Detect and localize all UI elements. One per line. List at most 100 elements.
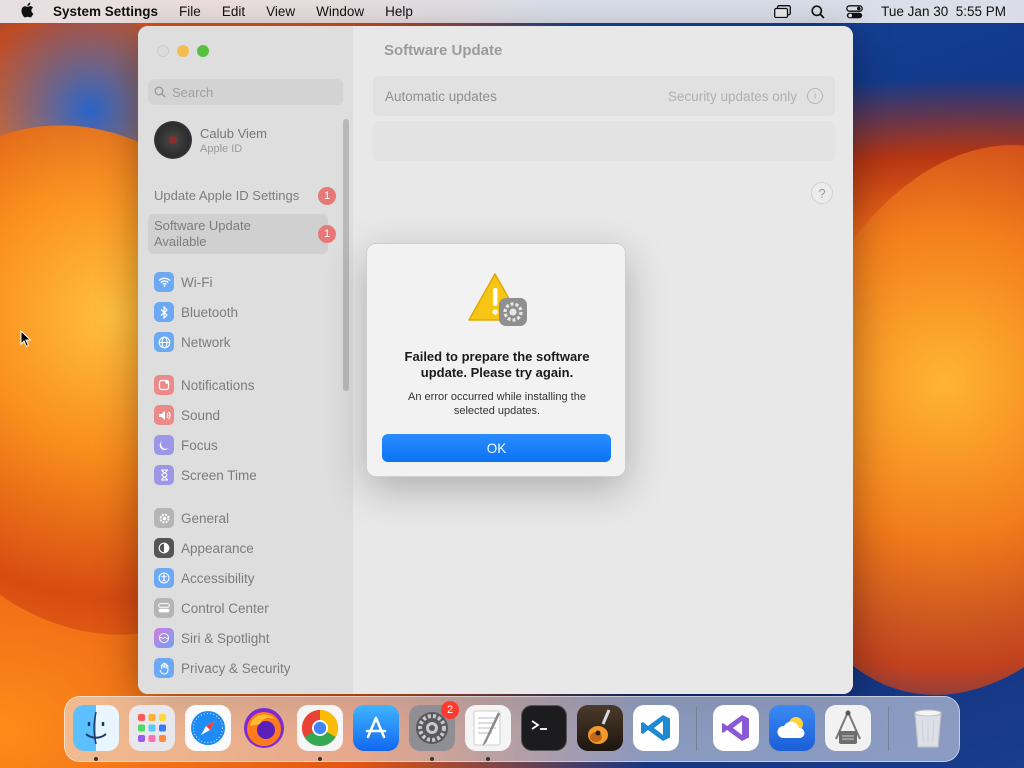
sidebar-item-label: Sound xyxy=(181,407,221,423)
garageband-icon[interactable] xyxy=(577,705,623,751)
app-store-icon[interactable] xyxy=(353,705,399,751)
siri-icon xyxy=(154,628,174,648)
update-status-row xyxy=(373,121,835,161)
globe-icon xyxy=(154,332,174,352)
error-dialog: Failed to prepare the software update. P… xyxy=(366,243,626,477)
wifi-icon xyxy=(154,272,174,292)
menu-bar: System Settings File Edit View Window He… xyxy=(0,0,1024,23)
moon-icon xyxy=(154,435,174,455)
sidebar-item-label: Network xyxy=(181,334,231,350)
menu-view[interactable]: View xyxy=(266,4,295,19)
sidebar-item-bluetooth[interactable]: Bluetooth xyxy=(154,300,238,324)
warning-icon xyxy=(467,270,529,328)
page-title: Software Update xyxy=(384,42,503,59)
ok-button[interactable]: OK xyxy=(382,434,611,462)
sidebar-item-appearance[interactable]: Appearance xyxy=(154,536,254,560)
launchpad-icon[interactable] xyxy=(129,705,175,751)
sidebar-item-sound[interactable]: Sound xyxy=(154,403,220,427)
dock: 2 xyxy=(64,696,960,762)
window-controls xyxy=(157,45,209,57)
sidebar-item-label: Bluetooth xyxy=(181,304,239,320)
sidebar-item-label: Appearance xyxy=(181,540,254,556)
sidebar-item-label: Wi-Fi xyxy=(181,274,213,290)
dialog-message: An error occurred while installing the s… xyxy=(408,391,586,417)
menu-app-name[interactable]: System Settings xyxy=(53,4,158,19)
chrome-icon[interactable] xyxy=(297,705,343,751)
sidebar-scrollbar[interactable] xyxy=(343,119,349,391)
sidebar-item-label: Notifications xyxy=(181,377,255,393)
apple-menu-icon[interactable] xyxy=(17,2,37,22)
sidebar: Search Calub Viem Apple ID Update Apple … xyxy=(138,26,353,694)
automatic-updates-label: Automatic updates xyxy=(385,88,497,104)
dock-separator xyxy=(696,707,697,751)
safari-icon[interactable] xyxy=(185,705,231,751)
notification-badge: 1 xyxy=(318,187,336,205)
visual-studio-icon[interactable] xyxy=(713,705,759,751)
automatic-updates-row: Automatic updates Security updates only … xyxy=(373,76,835,116)
terminal-icon[interactable] xyxy=(521,705,567,751)
sidebar-search-field[interactable]: Search xyxy=(148,79,343,105)
trash-icon[interactable] xyxy=(905,705,951,751)
sidebar-item-privacy-security[interactable]: Privacy & Security xyxy=(154,656,291,680)
spotlight-search-icon[interactable] xyxy=(809,4,827,19)
menu-help[interactable]: Help xyxy=(385,4,413,19)
zoom-button[interactable] xyxy=(197,45,209,57)
screen-mirroring-icon[interactable] xyxy=(773,5,791,19)
automatic-updates-value: Security updates only xyxy=(667,88,797,104)
dock-separator xyxy=(888,707,889,751)
gear-icon xyxy=(154,508,174,528)
notification-badge: 1 xyxy=(318,225,336,243)
apple-id-account[interactable]: Calub Viem Apple ID xyxy=(154,121,267,159)
sidebar-item-label: Control Center xyxy=(181,600,269,616)
menu-clock[interactable]: Tue Jan 30 5:55 PM xyxy=(881,4,1006,19)
sidebar-item-notifications[interactable]: Notifications xyxy=(154,373,255,397)
sidebar-item-label: Screen Time xyxy=(181,467,257,483)
close-button[interactable] xyxy=(157,45,169,57)
sidebar-item-label: Focus xyxy=(181,437,218,453)
control-center-icon[interactable] xyxy=(845,4,863,19)
sidebar-item-label: Privacy & Security xyxy=(181,660,291,676)
minimize-button[interactable] xyxy=(177,45,189,57)
vscode-icon[interactable] xyxy=(633,705,679,751)
hourglass-icon xyxy=(154,465,174,485)
info-icon[interactable]: i xyxy=(807,88,823,104)
finder-icon[interactable] xyxy=(73,705,119,751)
menu-file[interactable]: File xyxy=(179,4,201,19)
sidebar-item-network[interactable]: Network xyxy=(154,330,231,354)
notice-update-apple-id[interactable]: Update Apple ID Settings 1 xyxy=(148,176,336,216)
bluetooth-icon xyxy=(154,302,174,322)
menu-window[interactable]: Window xyxy=(316,4,364,19)
sidebar-item-label: Siri & Spotlight xyxy=(181,630,270,646)
accessibility-icon xyxy=(154,568,174,588)
help-button[interactable]: ? xyxy=(811,182,833,204)
control-center-icon xyxy=(154,598,174,618)
avatar xyxy=(154,121,192,159)
mouse-cursor-icon xyxy=(20,329,32,348)
textedit-icon[interactable] xyxy=(465,705,511,751)
dialog-title: Failed to prepare the software update. P… xyxy=(404,349,590,380)
bell-icon xyxy=(154,375,174,395)
menu-edit[interactable]: Edit xyxy=(222,4,245,19)
weather-icon[interactable] xyxy=(769,705,815,751)
sidebar-item-siri-spotlight[interactable]: Siri & Spotlight xyxy=(154,626,270,650)
appearance-icon xyxy=(154,538,174,558)
sidebar-item-general[interactable]: General xyxy=(154,506,229,530)
sidebar-item-accessibility[interactable]: Accessibility xyxy=(154,566,255,590)
notice-label: Update Apple ID Settings xyxy=(154,188,300,203)
disk-utility-icon[interactable] xyxy=(825,705,871,751)
speaker-icon xyxy=(154,405,174,425)
search-placeholder: Search xyxy=(172,84,214,100)
hand-icon xyxy=(154,658,174,678)
sidebar-item-label: General xyxy=(181,510,230,526)
dock-badge: 2 xyxy=(441,701,459,719)
firefox-icon[interactable] xyxy=(241,705,287,751)
account-name: Calub Viem xyxy=(200,125,267,141)
sidebar-item-control-center[interactable]: Control Center xyxy=(154,596,269,620)
sidebar-item-screen-time[interactable]: Screen Time xyxy=(154,463,257,487)
notice-software-update[interactable]: Software Update Available 1 xyxy=(148,214,336,254)
account-subtitle: Apple ID xyxy=(200,142,243,155)
notice-label: Software Update Available xyxy=(154,218,251,249)
sidebar-item-focus[interactable]: Focus xyxy=(154,433,218,457)
sidebar-item-label: Accessibility xyxy=(181,570,255,586)
sidebar-item-wifi[interactable]: Wi-Fi xyxy=(154,270,212,294)
